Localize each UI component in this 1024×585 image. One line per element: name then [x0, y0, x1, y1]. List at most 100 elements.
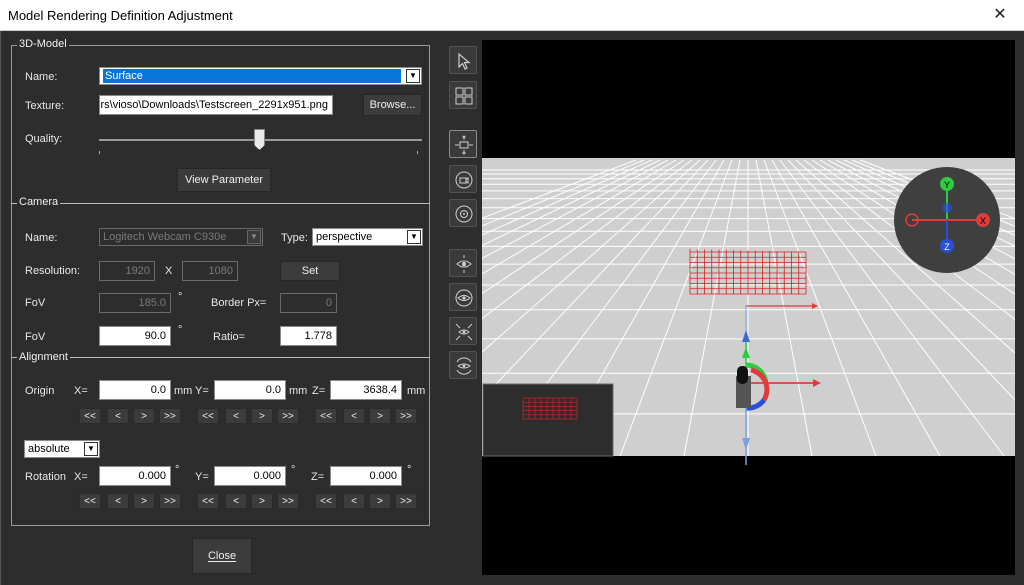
gizmo-y-label: Y	[944, 180, 950, 190]
texture-path-field[interactable]: sers\vioso\Downloads\Testscreen_2291x951…	[99, 95, 333, 115]
model-name-label: Name:	[25, 71, 58, 83]
quality-slider[interactable]	[99, 127, 422, 155]
rotation-z-field[interactable]: 0.000	[330, 466, 402, 486]
browse-button[interactable]: Browse...	[363, 94, 422, 116]
gizmo-x-label: X	[980, 216, 986, 226]
rotation-x-fast-decrease-button[interactable]: <<	[79, 493, 101, 509]
camera-name-value: Logitech Webcam C930e	[103, 231, 227, 243]
set-resolution-button[interactable]: Set	[280, 261, 340, 281]
camera-name-label: Name:	[25, 232, 58, 244]
degree-label: °	[178, 291, 183, 303]
alignment-mode-value: absolute	[28, 443, 70, 455]
rotation-z-fast-increase-button[interactable]: >>	[395, 493, 417, 509]
rotation-z-increase-button[interactable]: >	[369, 493, 391, 509]
rotation-y-fast-increase-button[interactable]: >>	[277, 493, 299, 509]
model-legend: 3D-Model	[17, 38, 69, 50]
render-viewport[interactable]: Y X Z	[482, 40, 1015, 575]
ratio-field[interactable]: 1.778	[280, 326, 337, 346]
fov-field-2[interactable]: 90.0	[99, 326, 171, 346]
chevron-down-icon[interactable]: ▼	[247, 230, 261, 244]
degree-label: °	[178, 324, 183, 336]
orbit-icon[interactable]	[449, 199, 477, 227]
fov-field-1[interactable]: 185.0	[99, 293, 171, 313]
reset-view-icon[interactable]	[449, 351, 477, 379]
rotation-y-label: Y=	[195, 471, 209, 483]
texture-label: Texture:	[25, 100, 65, 112]
rotation-y-decrease-button[interactable]: <	[225, 493, 247, 509]
rotation-y-field[interactable]: 0.000	[214, 466, 286, 486]
rotate-camera-icon[interactable]	[449, 165, 477, 193]
resolution-height-field[interactable]: 1080	[182, 261, 238, 281]
rotate-view-icon[interactable]	[449, 283, 477, 311]
scale-view-icon[interactable]	[449, 317, 477, 345]
close-button-label: Close	[207, 550, 237, 562]
preview-inset	[482, 383, 614, 457]
quality-label: Quality:	[25, 133, 63, 145]
gizmo-z-label: Z	[944, 242, 950, 252]
rotation-z-label: Z=	[311, 471, 325, 483]
origin-z-decrease-button[interactable]: <	[343, 408, 365, 424]
rotation-x-fast-increase-button[interactable]: >>	[159, 493, 181, 509]
origin-z-unit: mm	[407, 385, 426, 397]
model-name-select[interactable]: Surface ▼	[99, 67, 422, 85]
camera-name-select[interactable]: Logitech Webcam C930e ▼	[99, 228, 263, 246]
origin-z-increase-button[interactable]: >	[369, 408, 391, 424]
model-name-value: Surface	[103, 69, 401, 83]
rotation-y-fast-decrease-button[interactable]: <<	[197, 493, 219, 509]
rotation-y-increase-button[interactable]: >	[251, 493, 273, 509]
rotation-x-degree: °	[175, 464, 180, 476]
camera-separator	[11, 203, 430, 204]
origin-z-label: Z=	[312, 385, 326, 397]
rotation-y-degree: °	[291, 464, 296, 476]
origin-y-field[interactable]: 0.0	[214, 380, 286, 400]
title-bar: Model Rendering Definition Adjustment ✕	[0, 0, 1024, 31]
ratio-label: Ratio=	[213, 331, 246, 343]
origin-z-field[interactable]: 3638.4	[330, 380, 402, 400]
border-px-field[interactable]: 0	[280, 293, 337, 313]
chevron-down-icon[interactable]: ▼	[407, 230, 421, 244]
grid-icon[interactable]	[449, 81, 477, 109]
origin-x-decrease-button[interactable]: <	[107, 408, 129, 424]
origin-y-fast-decrease-button[interactable]: <<	[197, 408, 219, 424]
rotation-x-field[interactable]: 0.000	[99, 466, 171, 486]
window-title: Model Rendering Definition Adjustment	[8, 8, 233, 23]
origin-x-fast-increase-button[interactable]: >>	[159, 408, 181, 424]
slider-thumb[interactable]	[254, 129, 265, 150]
chevron-down-icon[interactable]: ▼	[84, 442, 98, 456]
origin-x-increase-button[interactable]: >	[133, 408, 155, 424]
camera-type-select[interactable]: perspective ▼	[312, 228, 423, 246]
resolution-x-label: X	[165, 265, 173, 277]
origin-y-decrease-button[interactable]: <	[225, 408, 247, 424]
rotation-x-increase-button[interactable]: >	[133, 493, 155, 509]
alignment-separator	[11, 357, 430, 358]
origin-label: Origin	[25, 385, 55, 397]
origin-x-fast-decrease-button[interactable]: <<	[79, 408, 101, 424]
slider-tick-left	[99, 151, 100, 154]
origin-z-fast-increase-button[interactable]: >>	[395, 408, 417, 424]
move-camera-icon[interactable]	[449, 130, 477, 158]
move-view-icon[interactable]	[449, 249, 477, 277]
rotation-z-decrease-button[interactable]: <	[343, 493, 365, 509]
pointer-icon[interactable]	[449, 46, 477, 74]
rotation-x-decrease-button[interactable]: <	[107, 493, 129, 509]
origin-y-fast-increase-button[interactable]: >>	[277, 408, 299, 424]
origin-x-field[interactable]: 0.0	[99, 380, 171, 400]
slider-tick-right	[417, 151, 418, 154]
rotation-z-fast-decrease-button[interactable]: <<	[315, 493, 337, 509]
camera-type-value: perspective	[316, 231, 373, 243]
rotation-x-label: X=	[74, 471, 88, 483]
dialog-body: 3D-Model Name: Surface ▼ Texture: sers\v…	[0, 31, 1024, 585]
resolution-width-field[interactable]: 1920	[99, 261, 155, 281]
scene-canvas: Y X Z	[482, 158, 1015, 465]
close-window-icon[interactable]: ✕	[990, 4, 1010, 24]
view-parameter-button[interactable]: View Parameter	[177, 168, 271, 192]
camera-legend: Camera	[17, 196, 61, 208]
close-button[interactable]: Close	[192, 538, 252, 574]
chevron-down-icon[interactable]: ▼	[406, 69, 420, 83]
fov-label-2: FoV	[25, 331, 46, 343]
origin-z-fast-decrease-button[interactable]: <<	[315, 408, 337, 424]
origin-y-increase-button[interactable]: >	[251, 408, 273, 424]
origin-x-label: X=	[74, 385, 88, 397]
camera-type-label: Type:	[281, 232, 308, 244]
alignment-mode-select[interactable]: absolute ▼	[24, 440, 100, 458]
